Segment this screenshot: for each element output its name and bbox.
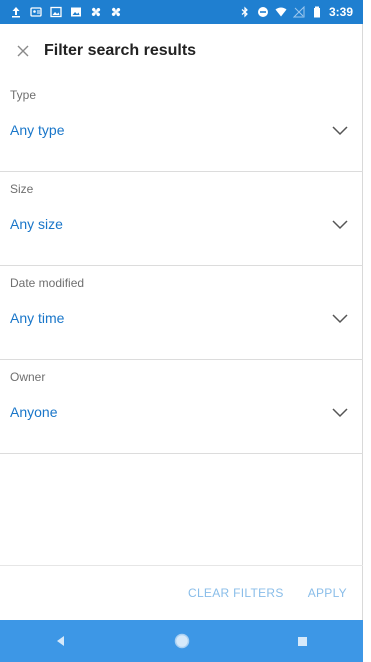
home-button[interactable] (162, 626, 202, 656)
chevron-down-icon (332, 408, 348, 418)
fan-icon (110, 6, 122, 18)
dialog-footer: CLEAR FILTERS APPLY (0, 565, 363, 620)
back-button[interactable] (41, 626, 81, 656)
filter-type-value: Any type (10, 122, 65, 138)
back-icon (56, 636, 64, 646)
chevron-down-icon (332, 126, 348, 136)
filter-owner-value: Anyone (10, 404, 58, 420)
filter-size-dropdown[interactable]: Any size (0, 204, 363, 244)
page-title: Filter search results (44, 42, 197, 59)
home-icon (174, 633, 189, 649)
image-icon (50, 6, 62, 18)
chevron-down-icon (332, 220, 348, 230)
filter-date-section: Date modified Any time (0, 266, 363, 360)
fan-icon (90, 6, 102, 18)
wifi-icon (275, 6, 287, 18)
filter-date-dropdown[interactable]: Any time (0, 298, 363, 338)
close-button[interactable] (8, 36, 38, 66)
bluetooth-icon (239, 6, 251, 18)
photo-icon (70, 6, 82, 18)
status-right-icons: 3:39 (239, 5, 353, 19)
recents-button[interactable] (283, 626, 323, 656)
device-screen: 3:39 Filter search results Type Any type… (0, 0, 363, 662)
upload-icon (10, 6, 22, 18)
filter-type-label: Type (10, 88, 37, 102)
clear-filters-button[interactable]: CLEAR FILTERS (188, 586, 284, 600)
no-signal-icon (292, 6, 305, 18)
contact-card-icon (30, 6, 42, 18)
filter-owner-dropdown[interactable]: Anyone (0, 392, 363, 432)
filter-type-section: Type Any type (0, 78, 363, 172)
filter-size-value: Any size (10, 216, 63, 232)
navigation-bar (0, 620, 363, 662)
do-not-disturb-icon (257, 6, 269, 18)
status-bar: 3:39 (0, 0, 363, 24)
chevron-down-icon (332, 314, 348, 324)
close-icon (17, 45, 29, 57)
filter-type-dropdown[interactable]: Any type (0, 110, 363, 150)
apply-button[interactable]: APPLY (308, 586, 347, 600)
filter-date-value: Any time (10, 310, 65, 326)
dialog-header: Filter search results (0, 24, 363, 78)
status-time: 3:39 (328, 5, 353, 19)
filter-date-label: Date modified (10, 276, 85, 290)
filter-size-section: Size Any size (0, 172, 363, 266)
filter-owner-section: Owner Anyone (0, 360, 363, 454)
battery-icon (311, 6, 323, 18)
filter-size-label: Size (10, 182, 34, 196)
recents-icon (298, 636, 307, 646)
status-left-icons (10, 6, 122, 18)
filter-list: Type Any type Size Any size Date modifie… (0, 78, 363, 454)
filter-owner-label: Owner (10, 370, 46, 384)
